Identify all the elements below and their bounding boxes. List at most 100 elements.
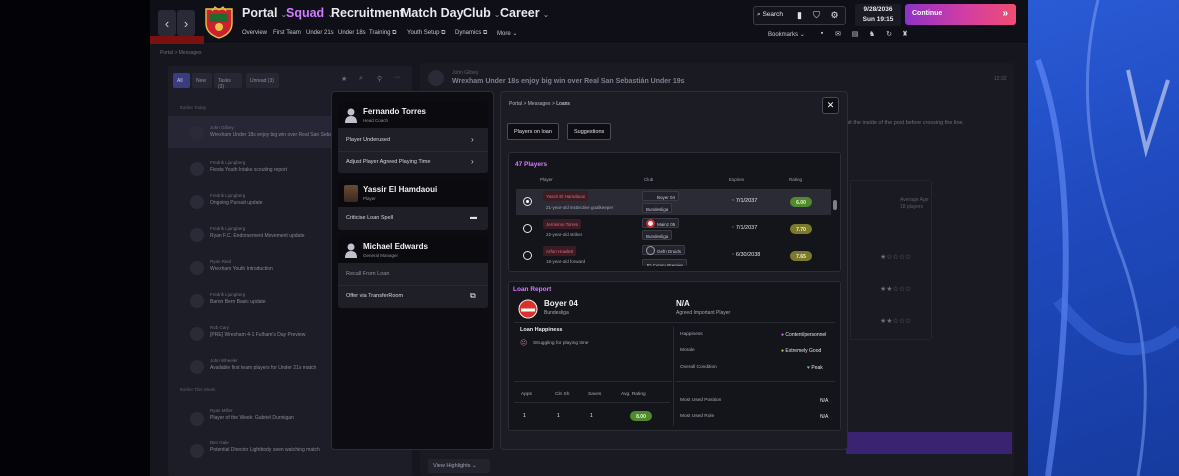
search-icon[interactable]: ⌕	[359, 75, 363, 83]
club-badge-icon	[518, 299, 538, 319]
mail-icon[interactable]: ✉	[833, 30, 843, 38]
submenu-overview[interactable]: Overview	[242, 30, 267, 36]
morale-value: ● Extremely Good	[781, 348, 822, 354]
divider	[514, 322, 835, 323]
tab-players-on-loan[interactable]: Players on loan	[507, 123, 559, 140]
message-from: Fredrik Ljungberg	[210, 292, 246, 297]
person-name: Yassir El Hamdaoui	[363, 185, 438, 194]
submenu-dynamics[interactable]: Dynamics ⧉	[455, 30, 487, 37]
gear-icon[interactable]: ⚙	[826, 6, 843, 25]
stat-saves: 1	[590, 413, 593, 419]
message-from: John Wheeler	[210, 358, 238, 363]
report-status-value: N/A	[676, 299, 690, 308]
bookmark-icon[interactable]: ▮	[791, 6, 808, 25]
submenu-under-21s[interactable]: Under 21s	[306, 30, 334, 36]
league-name[interactable]: Bundesliga	[642, 203, 673, 213]
menu-career[interactable]: Career ⌄	[500, 6, 549, 20]
scrollbar[interactable]	[833, 200, 837, 210]
tactics-icon[interactable]: ♞	[867, 30, 877, 38]
submenu-training[interactable]: Training ⧉	[369, 30, 396, 37]
club-name[interactable]: Boyer 04	[642, 191, 680, 201]
submenu-under-18s[interactable]: Under 18s	[338, 30, 366, 36]
player-name[interactable]: Yassir El Hamdaoui	[543, 191, 589, 201]
game-date[interactable]: 9/28/2036 Sun 19:15	[855, 4, 901, 26]
report-status-label: Agreed Important Player	[676, 310, 731, 316]
chevron-down-icon: ⌄	[799, 32, 805, 38]
menu-squad[interactable]: Squad ⌄	[286, 6, 334, 20]
forward-button[interactable]: ›	[177, 10, 195, 36]
external-link-icon: ⧉	[470, 291, 476, 300]
view-highlights-button[interactable]: View Highlights ⌄	[428, 459, 490, 473]
stat-header-avg-rating: Avg. Rating	[621, 392, 646, 397]
menu-portal[interactable]: Portal ⌄	[242, 6, 287, 20]
side-stat-label: Average Age	[900, 197, 929, 203]
message-from: Fredrik Ljungberg	[210, 226, 246, 231]
report-icon[interactable]: ▤	[850, 30, 860, 38]
star-icon[interactable]: ★	[341, 75, 347, 83]
message-from: Ben Gale	[210, 440, 229, 445]
message-subject: Available first team players for Under 2…	[210, 365, 317, 371]
filter-new[interactable]: New	[192, 73, 212, 88]
player-photo	[344, 185, 358, 202]
rating-badge: 7.70	[790, 224, 812, 234]
back-button[interactable]: ‹	[158, 10, 176, 36]
menu-club[interactable]: Club ⌄	[463, 6, 500, 20]
message-subject: Potential Director Lightbody seen watchi…	[210, 447, 320, 453]
filter-all[interactable]: All	[173, 73, 190, 88]
select-radio[interactable]	[523, 197, 532, 206]
player-name[interactable]: Arfon Howlett	[543, 246, 577, 256]
double-chevron-right-icon: »	[1002, 8, 1008, 19]
more-icon[interactable]: ···	[394, 74, 401, 81]
message-from: John Gilbey	[210, 125, 234, 130]
league-name[interactable]: JD Cymru Premier	[642, 259, 688, 266]
person-name: Michael Edwards	[363, 242, 428, 251]
chat-icon: ▬	[470, 214, 477, 221]
filter-icon[interactable]: ⚲	[377, 75, 382, 83]
club-crest-icon[interactable]	[203, 5, 235, 39]
column-rating[interactable]: Rating	[789, 177, 802, 182]
expiry-date: ◔ 7/1/2037	[731, 198, 758, 204]
filter-unread[interactable]: Unread (3)	[246, 73, 279, 88]
message-subject: Wrexham Youth Introduction	[210, 266, 273, 272]
action-label: Criticise Loan Spell	[346, 215, 394, 221]
loan-report-title: Loan Report	[513, 286, 552, 293]
close-button[interactable]: ✕	[822, 97, 839, 114]
message-from: Ryan Reid	[210, 259, 232, 264]
happiness-value: ● Content/personnel	[781, 332, 827, 338]
tab-suggestions[interactable]: Suggestions	[567, 123, 612, 140]
select-radio[interactable]	[523, 224, 532, 233]
breadcrumb[interactable]: Portal > Messages > Loans	[509, 101, 570, 107]
search-icon: ⌕	[757, 11, 761, 18]
desktop-wallpaper	[1028, 0, 1179, 476]
report-club-name[interactable]: Boyer 04	[544, 299, 578, 308]
clock-icon: ◔	[731, 252, 735, 258]
star-rating: ★★☆☆☆	[880, 318, 912, 325]
bookmarks-label[interactable]: Bookmarks ⌄	[768, 31, 805, 38]
stat-header-clean-sheets: Cln Sh	[555, 392, 570, 397]
message-subject: Fiesta Youth Intake scouting report	[210, 167, 287, 173]
submenu-youth-setup[interactable]: Youth Setup ⧉	[407, 30, 445, 37]
refresh-icon[interactable]: ↻	[884, 30, 894, 38]
message-subject: Ryan F.C. Endorsement Movement update	[210, 233, 305, 239]
shield-icon[interactable]: ⛉	[808, 6, 825, 25]
rating-badge: 6.00	[790, 197, 812, 207]
most-used-position-label: Most Used Position	[680, 398, 722, 403]
continue-button[interactable]: Continue»	[905, 4, 1016, 25]
report-league: Bundesliga	[544, 310, 569, 316]
breadcrumb[interactable]: Portal > Messages	[160, 50, 202, 56]
column-player[interactable]: Player	[540, 177, 553, 182]
avatar	[190, 360, 204, 374]
column-club[interactable]: Club	[644, 177, 653, 182]
submenu-more[interactable]: More ⌄	[497, 30, 517, 37]
stat-header-apps: Apps	[521, 392, 532, 397]
trophy-icon[interactable]: ♜	[900, 30, 910, 38]
select-radio[interactable]	[523, 251, 532, 260]
player-name[interactable]: Jerónimo Torres	[543, 219, 582, 229]
filter-tasks[interactable]: Tasks (3)	[214, 73, 242, 90]
column-expires[interactable]: Expires	[729, 177, 744, 182]
submenu-first-team[interactable]: First Team	[273, 30, 301, 36]
search-button[interactable]: ⌕ Search	[757, 11, 783, 19]
league-name[interactable]: Bundesliga	[642, 230, 673, 240]
chat-icon[interactable]: ▪	[817, 30, 827, 37]
message-title: Wrexham Under 18s enjoy big win over Rea…	[452, 78, 685, 85]
